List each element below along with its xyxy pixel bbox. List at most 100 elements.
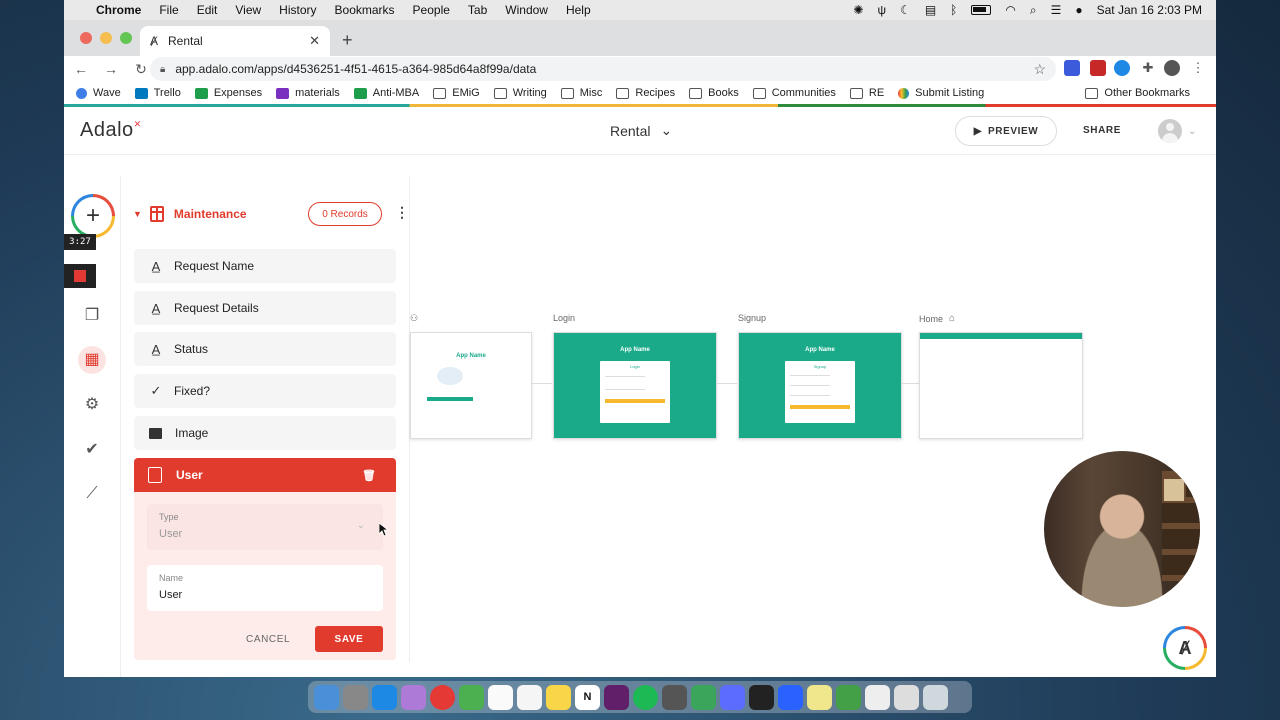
chrome-icon[interactable] (430, 684, 455, 710)
menu-people[interactable]: People (413, 3, 450, 17)
screen-welcome[interactable]: App Name (410, 332, 532, 439)
facetime-icon[interactable] (836, 684, 861, 710)
address-bar[interactable]: 🔒︎ app.adalo.com/apps/d4536251-4f51-4615… (150, 57, 1056, 81)
control-center-icon[interactable]: ☰ (1051, 3, 1062, 17)
zoom-window-button[interactable] (120, 32, 132, 44)
property-fixed[interactable]: ✓ Fixed? (134, 374, 396, 408)
help-button[interactable]: Ⱥ (1163, 626, 1207, 670)
more-menu-icon[interactable]: ⋮ (1190, 60, 1206, 76)
menu-view[interactable]: View (235, 3, 261, 17)
menu-file[interactable]: File (159, 3, 178, 17)
search-icon[interactable]: ⌕ (1030, 3, 1037, 18)
property-request-details[interactable]: A̲ Request Details (134, 291, 396, 325)
bookmark-communities[interactable]: Communities (752, 87, 836, 99)
relationship-header[interactable]: User 🗑︎ (134, 458, 396, 492)
lock-icon[interactable]: 🔒︎ (160, 64, 165, 75)
menu-edit[interactable]: Edit (197, 3, 218, 17)
bookmark-other[interactable]: Other Bookmarks (1085, 87, 1190, 99)
bookmark-expenses[interactable]: Expenses (194, 87, 262, 99)
type-select[interactable]: Type User ⌄ (147, 504, 383, 550)
flag-icon[interactable]: ▤ (925, 3, 936, 17)
caret-down-icon[interactable]: ▼ (133, 209, 142, 219)
property-image[interactable]: Image (134, 416, 396, 450)
bookmark-re[interactable]: RE (849, 87, 884, 99)
bookmark-emig[interactable]: EMiG (433, 87, 480, 99)
name-value[interactable]: User (159, 589, 371, 601)
add-component-button[interactable]: + (71, 194, 115, 238)
browser-tab[interactable]: Ⱥ Rental ✕ (140, 26, 330, 56)
app-store-icon[interactable] (372, 684, 397, 710)
brightness-icon[interactable]: ✺ (853, 3, 863, 17)
reminders-icon[interactable] (517, 684, 542, 710)
close-window-button[interactable] (80, 32, 92, 44)
terminal-icon[interactable] (749, 684, 774, 710)
more-options-icon[interactable]: ⋮ (395, 204, 409, 221)
messages-icon[interactable] (459, 684, 484, 710)
menu-window[interactable]: Window (505, 3, 548, 17)
bookmark-submit-listing[interactable]: Submit Listing (898, 87, 984, 99)
back-icon[interactable]: ← (68, 61, 94, 77)
close-tab-icon[interactable]: ✕ (309, 33, 320, 49)
menu-history[interactable]: History (279, 3, 316, 17)
forward-icon[interactable]: → (98, 61, 124, 77)
calendar-icon[interactable] (488, 684, 513, 710)
records-button[interactable]: 0 Records (308, 202, 382, 226)
screen-signup[interactable]: App Name Signup (738, 332, 902, 439)
app-switcher[interactable]: Rental ⌄ (610, 122, 672, 139)
account-menu[interactable]: ⌄ (1158, 119, 1196, 143)
tuning-fork-icon[interactable]: ψ (877, 3, 886, 17)
bookmark-wave[interactable]: Wave (76, 87, 121, 99)
menu-bookmarks[interactable]: Bookmarks (335, 3, 395, 17)
property-request-name[interactable]: A̲ Request Name (134, 249, 396, 283)
menu-app-name[interactable]: Chrome (96, 3, 141, 17)
adalo-logo[interactable]: Adalo✕ (80, 119, 142, 142)
trash-icon[interactable] (923, 684, 948, 710)
puzzle-icon[interactable]: ✚ (1140, 60, 1156, 76)
downloads-icon[interactable] (894, 684, 919, 710)
bookmark-anti-mba[interactable]: Anti-MBA (353, 87, 419, 99)
extension-icon[interactable] (1064, 60, 1080, 76)
cursor-app-icon[interactable] (778, 684, 803, 710)
moon-icon[interactable]: ☾ (900, 3, 911, 17)
messenger-icon[interactable] (1114, 60, 1130, 76)
analytics-icon[interactable]: ⟋ (80, 482, 104, 506)
bookmark-materials[interactable]: materials (276, 87, 340, 99)
wifi-icon[interactable]: ◠ (1005, 3, 1015, 17)
stickies-icon[interactable] (807, 684, 832, 710)
calculator-icon[interactable] (662, 684, 687, 710)
save-button[interactable]: SAVE (315, 626, 383, 652)
extension-badge-icon[interactable] (1090, 60, 1106, 76)
collection-header[interactable]: ▼ Maintenance 0 Records ⋮ (133, 200, 409, 228)
screen-login[interactable]: App Name Login (553, 332, 717, 439)
screens-icon[interactable]: ❐ (80, 304, 104, 328)
name-field[interactable]: Name User (147, 565, 383, 611)
bookmark-writing[interactable]: Writing (493, 87, 547, 99)
bookmark-misc[interactable]: Misc (560, 87, 602, 99)
bluetooth-icon[interactable]: ᛒ (950, 3, 957, 17)
menu-clock[interactable]: Sat Jan 16 2:03 PM (1097, 3, 1202, 17)
menu-tab[interactable]: Tab (468, 3, 487, 17)
profile-avatar[interactable] (1164, 60, 1180, 76)
share-button[interactable]: SHARE (1083, 125, 1121, 136)
trash-icon[interactable]: 🗑︎ (362, 469, 376, 482)
bookmark-recipes[interactable]: Recipes (616, 87, 675, 99)
preview-button[interactable]: ▶ PREVIEW (955, 116, 1057, 146)
maps-icon[interactable] (691, 684, 716, 710)
screen-home[interactable] (919, 332, 1083, 439)
preview-icon[interactable] (865, 684, 890, 710)
siri-icon[interactable]: ● (1075, 3, 1082, 17)
battery-icon[interactable] (971, 5, 992, 15)
photos-icon[interactable] (720, 684, 745, 710)
bookmark-books[interactable]: Books (689, 87, 739, 99)
notion-icon[interactable]: N (575, 684, 600, 710)
minimize-window-button[interactable] (100, 32, 112, 44)
bookmark-trello[interactable]: Trello (134, 87, 181, 99)
database-icon[interactable]: ▦ (78, 346, 106, 374)
bookmark-star-icon[interactable]: ☆ (1033, 61, 1046, 78)
menu-help[interactable]: Help (566, 3, 591, 17)
spotify-icon[interactable] (633, 684, 658, 710)
gear-icon[interactable]: ⚙ (80, 393, 104, 417)
system-preferences-icon[interactable] (343, 684, 368, 710)
stop-recording-button[interactable] (64, 264, 96, 288)
publish-checkmarks-icon[interactable]: ✔ (80, 438, 104, 462)
